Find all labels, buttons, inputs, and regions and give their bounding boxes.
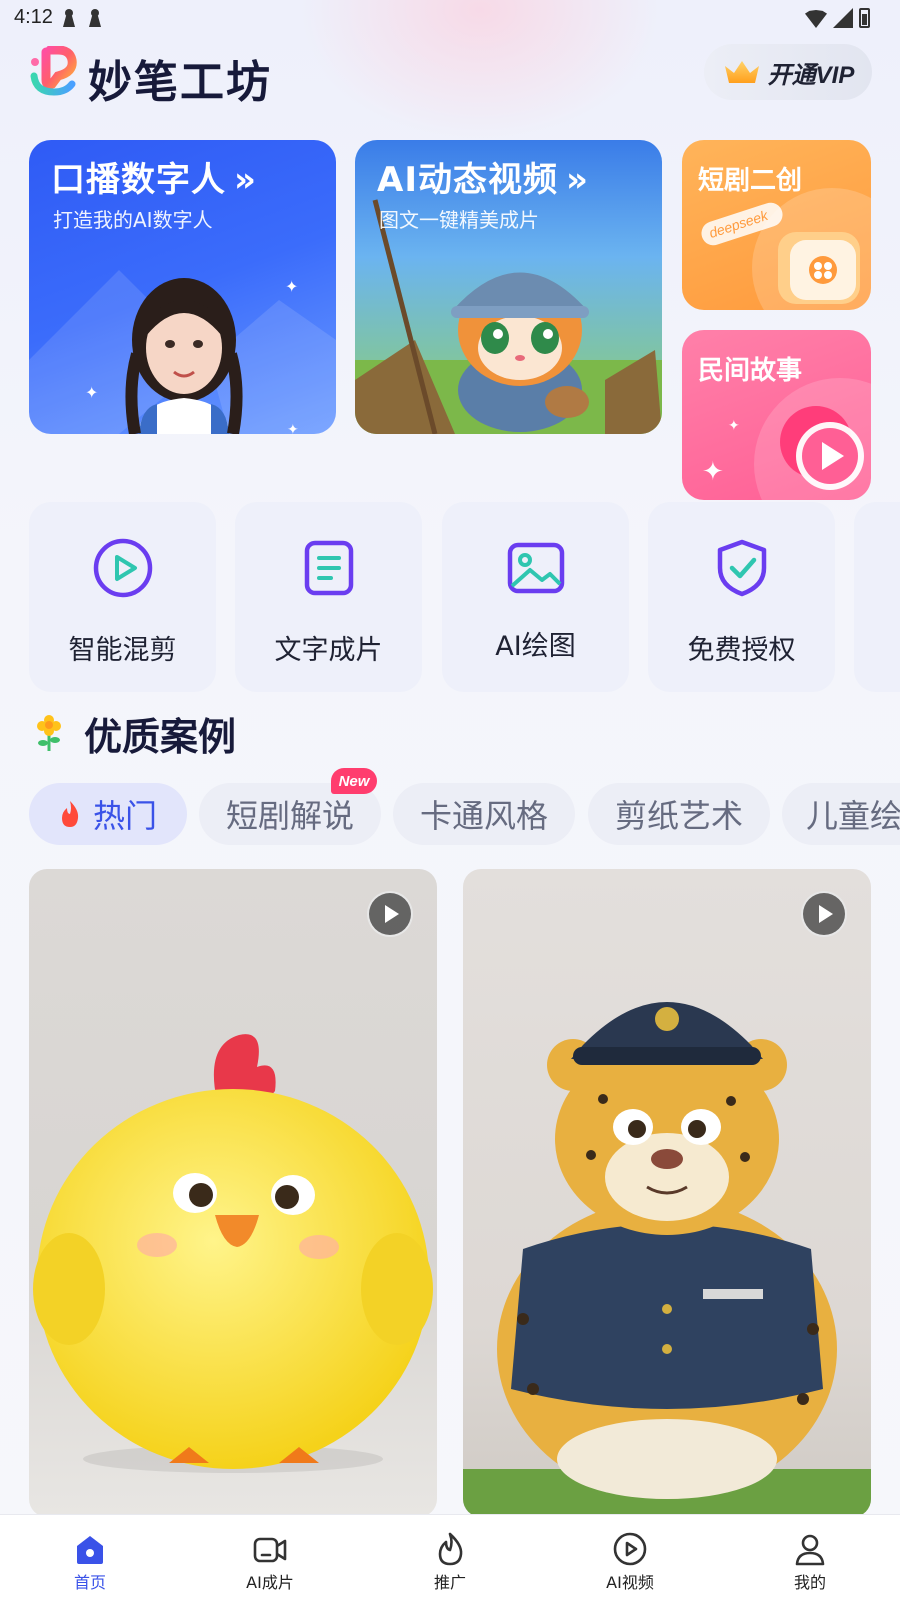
tool-label: 文字成片 bbox=[274, 635, 383, 666]
signal-icon bbox=[833, 8, 853, 28]
nav-profile[interactable]: 我的 bbox=[750, 1515, 870, 1600]
vip-label: 开通VIP bbox=[767, 61, 855, 89]
tool-ai-drawing[interactable]: AI绘图 bbox=[442, 502, 629, 692]
shield-check-icon bbox=[717, 539, 766, 597]
nav-label: AI视频 bbox=[606, 1573, 654, 1592]
leopard-police-illustration bbox=[463, 1002, 871, 1517]
tool-smart-remix[interactable]: 智能混剪 bbox=[29, 502, 216, 692]
fire-icon bbox=[61, 801, 79, 827]
app-header: 妙笔工坊 开通VIP bbox=[0, 36, 900, 126]
app-logo-icon bbox=[30, 46, 77, 96]
case-card[interactable] bbox=[29, 869, 437, 1517]
tool-more-partial[interactable] bbox=[854, 502, 900, 692]
status-system-icons bbox=[805, 8, 870, 28]
tool-free-license[interactable]: 免费授权 bbox=[648, 502, 835, 692]
status-bar: 4:12 bbox=[0, 0, 900, 36]
flame-icon bbox=[438, 1532, 463, 1566]
bottom-nav: 首页 AI成片 推广 AI视频 我的 bbox=[0, 1514, 900, 1600]
svg-text:✦: ✦ bbox=[702, 457, 724, 487]
nav-label: 推广 bbox=[433, 1573, 466, 1592]
status-notification-icons bbox=[62, 9, 102, 27]
double-chevron-right-icon: » bbox=[565, 160, 589, 200]
play-circle-icon bbox=[93, 538, 152, 598]
section-header: 优质案例 bbox=[34, 706, 236, 760]
svg-text:✦: ✦ bbox=[285, 277, 298, 296]
document-icon bbox=[304, 540, 353, 596]
banner-drama-remix-title: 短剧二创 bbox=[698, 166, 803, 196]
tool-text-to-video[interactable]: 文字成片 bbox=[235, 502, 422, 692]
tools-row: 智能混剪 文字成片 AI绘图 免费授权 bbox=[29, 502, 900, 694]
tool-label: 免费授权 bbox=[687, 635, 796, 666]
pawn-icon bbox=[62, 9, 76, 27]
banner-ai-video-subtitle: 图文一键精美成片 bbox=[379, 208, 539, 232]
banner-ai-video[interactable]: AI动态视频» 图文一键精美成片 bbox=[355, 140, 662, 434]
tool-label: AI绘图 bbox=[495, 631, 576, 662]
case-card[interactable] bbox=[463, 869, 871, 1517]
image-icon bbox=[507, 542, 564, 594]
video-camera-icon bbox=[253, 1537, 287, 1563]
crown-icon bbox=[724, 61, 759, 83]
tab-children-drawing[interactable]: 儿童绘 bbox=[782, 783, 900, 845]
nav-ai-video[interactable]: AI视频 bbox=[570, 1515, 690, 1600]
banner-drama-remix[interactable]: 短剧二创 deepseek bbox=[682, 140, 871, 310]
banner-digital-human-title: 口播数字人» bbox=[51, 160, 257, 200]
nav-label: 我的 bbox=[793, 1573, 826, 1592]
user-icon bbox=[795, 1534, 825, 1566]
banner-digital-human-subtitle: 打造我的AI数字人 bbox=[53, 208, 213, 232]
home-icon bbox=[77, 1536, 103, 1564]
nav-label: AI成片 bbox=[246, 1573, 294, 1592]
tab-cartoon-style[interactable]: 卡通风格 bbox=[393, 783, 575, 845]
tab-paper-cut-art[interactable]: 剪纸艺术 bbox=[588, 783, 770, 845]
vip-button[interactable]: 开通VIP bbox=[704, 44, 872, 100]
nav-home[interactable]: 首页 bbox=[30, 1515, 150, 1600]
app-title: 妙笔工坊 bbox=[88, 57, 272, 108]
nav-label: 首页 bbox=[73, 1573, 106, 1592]
banner-ai-video-title: AI动态视频» bbox=[377, 160, 589, 200]
play-icon[interactable] bbox=[801, 891, 847, 937]
tool-label: 智能混剪 bbox=[68, 635, 177, 666]
banner-folk-story-title: 民间故事 bbox=[698, 356, 803, 386]
pawn-icon bbox=[88, 9, 102, 27]
svg-text:✦: ✦ bbox=[728, 418, 740, 434]
new-badge: New bbox=[331, 768, 377, 794]
battery-icon bbox=[859, 8, 870, 28]
nav-ai-video-make[interactable]: AI成片 bbox=[210, 1515, 330, 1600]
tab-hot[interactable]: 热门 bbox=[29, 783, 187, 845]
play-circle-icon bbox=[613, 1532, 647, 1566]
yellow-chick-illustration bbox=[33, 1034, 433, 1473]
banner-folk-story[interactable]: ✦ ✦ 民间故事 bbox=[682, 330, 871, 500]
category-tabs: 热门 短剧解说 卡通风格 剪纸艺术 儿童绘 bbox=[29, 783, 900, 847]
nav-promotion[interactable]: 推广 bbox=[390, 1515, 510, 1600]
status-time: 4:12 bbox=[14, 6, 53, 28]
wifi-icon bbox=[805, 10, 827, 28]
banner-digital-human[interactable]: ✦ ✦ ✦ 口播数字人» 打造我的AI数字人 bbox=[29, 140, 336, 434]
svg-text:✦: ✦ bbox=[287, 422, 299, 434]
section-title: 优质案例 bbox=[84, 714, 237, 759]
flower-icon bbox=[37, 715, 61, 751]
double-chevron-right-icon: » bbox=[234, 160, 257, 200]
svg-text:✦: ✦ bbox=[85, 383, 98, 402]
play-icon[interactable] bbox=[367, 891, 413, 937]
